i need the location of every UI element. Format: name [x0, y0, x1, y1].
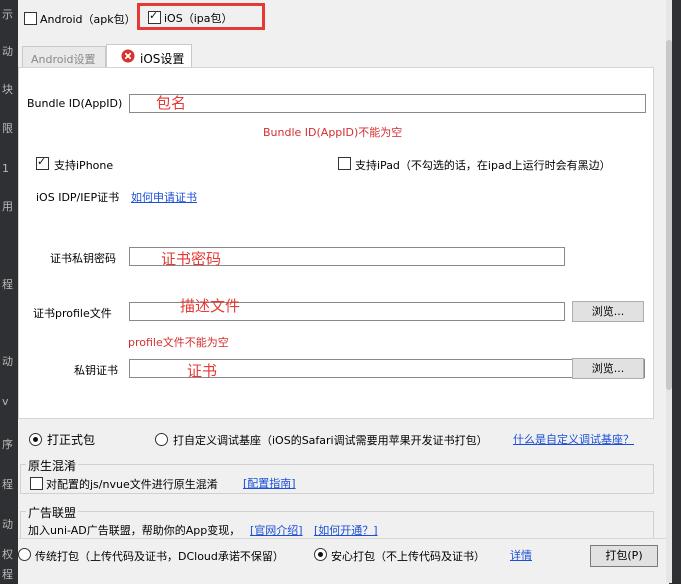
- bundle-id-label: Bundle ID(AppID): [27, 97, 123, 110]
- tab-ios-settings[interactable]: iOS设置: [106, 44, 192, 68]
- background-editor-strip: 示动块限1用程动v序程动权程: [0, 0, 18, 583]
- profile-error: profile文件不能为空: [128, 336, 229, 349]
- traditional-pack-label[interactable]: 传统打包（上传代码及证书，DCloud承诺不保留）: [35, 548, 284, 564]
- details-link[interactable]: 详情: [510, 547, 532, 563]
- background-strip-glyph: 示: [2, 8, 13, 21]
- ad-alliance-text: 加入uni-AD广告联盟，帮助你的App变现，: [28, 524, 241, 537]
- pack-button[interactable]: 打包(P): [590, 545, 658, 567]
- ad-alliance-title: 广告联盟: [26, 504, 79, 521]
- background-strip-glyph: 动: [2, 518, 13, 531]
- bundle-id-annotation: 包名: [156, 94, 187, 112]
- native-obfuscation-checkbox[interactable]: [30, 477, 43, 490]
- publish-dialog: Android（apk包） iOS（ipa包） Android设置 iOS设置 …: [18, 0, 669, 584]
- ad-intro-link[interactable]: [官网介绍]: [250, 522, 303, 538]
- ios-checkbox-label[interactable]: iOS（ipa包）: [164, 10, 232, 26]
- tab-android-settings[interactable]: Android设置: [22, 46, 106, 68]
- private-key-browse-button[interactable]: 浏览...: [572, 358, 644, 379]
- android-checkbox[interactable]: [24, 12, 37, 25]
- bundle-id-input[interactable]: [129, 94, 646, 113]
- background-strip-glyph: v: [2, 395, 9, 408]
- tab-android-label: Android设置: [31, 53, 96, 66]
- support-iphone-label[interactable]: 支持iPhone: [54, 157, 113, 173]
- tab-ios-label: iOS设置: [140, 52, 185, 66]
- cert-password-label: 证书私钥密码: [50, 252, 116, 265]
- bundle-id-error: Bundle ID(AppID)不能为空: [263, 126, 403, 139]
- error-icon: [121, 49, 135, 63]
- custom-base-label[interactable]: 打自定义调试基座（iOS的Safari调试需要用苹果开发证书打包）: [173, 432, 488, 448]
- background-strip-glyph: 动: [2, 45, 13, 58]
- scrollbar-thumb[interactable]: [666, 40, 672, 390]
- background-strip-glyph: 块: [2, 83, 13, 96]
- vertical-scrollbar[interactable]: [666, 0, 672, 583]
- ad-open-link[interactable]: [如何开通？]: [314, 522, 378, 538]
- background-strip-glyph: 序: [2, 438, 13, 451]
- support-ipad-label[interactable]: 支持iPad（不勾选的话，在ipad上运行时会有黑边）: [355, 157, 611, 173]
- background-strip-glyph: 程: [2, 478, 13, 491]
- bottom-bar: 传统打包（上传代码及证书，DCloud承诺不保留） 安心打包（不上传代码及证书）…: [18, 538, 669, 584]
- support-iphone-checkbox[interactable]: [36, 155, 49, 170]
- private-key-annotation: 证书: [187, 362, 218, 380]
- ios-settings-panel: Bundle ID(AppID) 包名 Bundle ID(AppID)不能为空…: [18, 67, 654, 419]
- background-strip-glyph: 限: [2, 122, 13, 135]
- profile-annotation: 描述文件: [180, 297, 241, 315]
- background-strip-glyph: 程: [2, 568, 13, 581]
- support-ipad-checkbox[interactable]: [338, 157, 351, 170]
- safe-pack-label[interactable]: 安心打包（不上传代码及证书）: [331, 548, 485, 564]
- cert-type-label: iOS IDP/IEP证书: [36, 191, 120, 204]
- native-obfuscation-label[interactable]: 对配置的js/nvue文件进行原生混淆: [46, 476, 218, 492]
- background-strip-glyph: 动: [2, 355, 13, 368]
- background-strip-glyph: 1: [2, 162, 9, 175]
- formal-build-radio[interactable]: [29, 433, 42, 446]
- background-strip-glyph: 用: [2, 200, 13, 213]
- android-checkbox-label[interactable]: Android（apk包）: [40, 11, 136, 27]
- custom-base-radio[interactable]: [155, 433, 168, 446]
- ios-checkbox[interactable]: [148, 9, 161, 24]
- private-key-label: 私钥证书: [74, 364, 118, 377]
- formal-build-label[interactable]: 打正式包: [47, 431, 95, 448]
- native-obfuscation-title: 原生混淆: [26, 457, 79, 474]
- safe-pack-radio[interactable]: [314, 548, 327, 561]
- apply-cert-link[interactable]: 如何申请证书: [131, 189, 197, 205]
- cert-password-annotation: 证书密码: [161, 250, 222, 268]
- profile-browse-button[interactable]: 浏览...: [572, 301, 644, 322]
- config-guide-link[interactable]: [配置指南]: [243, 475, 296, 491]
- traditional-pack-radio[interactable]: [18, 548, 31, 561]
- background-strip-glyph: 程: [2, 278, 13, 291]
- custom-base-help-link[interactable]: 什么是自定义调试基座？: [513, 431, 634, 447]
- profile-label: 证书profile文件: [33, 307, 112, 320]
- background-strip-glyph: 权: [2, 548, 13, 561]
